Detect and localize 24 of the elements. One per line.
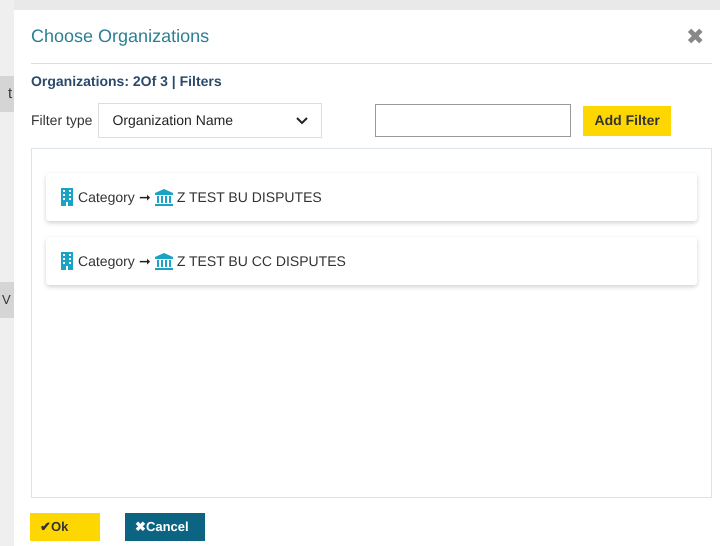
background-text: t [8,84,12,104]
filter-type-label: Filter type [31,111,92,130]
arrow-text: ➞ [138,252,151,270]
bank-icon [154,188,173,206]
summary-text: Organizations: 2Of 3 | Filters [31,73,222,89]
building-icon [60,188,74,206]
close-button[interactable]: ✖ [686,20,704,53]
organization-card[interactable]: Category ➞ Z TEST BU CC DISPUTES [46,237,697,285]
organization-card[interactable]: Category ➞ Z TEST BU DISPUTES [46,173,697,221]
building-icon [60,252,74,270]
cancel-button[interactable]: ✖Cancel [125,513,205,541]
background-text: V [2,291,11,310]
dialog-title: Choose Organizations [31,25,210,48]
organization-name: Z TEST BU DISPUTES [176,188,322,206]
chevron-icon [296,116,308,124]
add-filter-button[interactable]: Add Filter [583,106,671,136]
arrow-text: ➞ [138,188,151,206]
filter-input[interactable] [375,104,572,137]
organization-name: Z TEST BU CC DISPUTES [176,252,346,270]
category-label: Category [78,252,135,271]
filter-type-select[interactable]: Organization Name [98,103,322,138]
category-label: Category [78,188,135,207]
bank-icon [154,252,173,270]
ok-button[interactable]: ✔Ok [30,513,100,541]
